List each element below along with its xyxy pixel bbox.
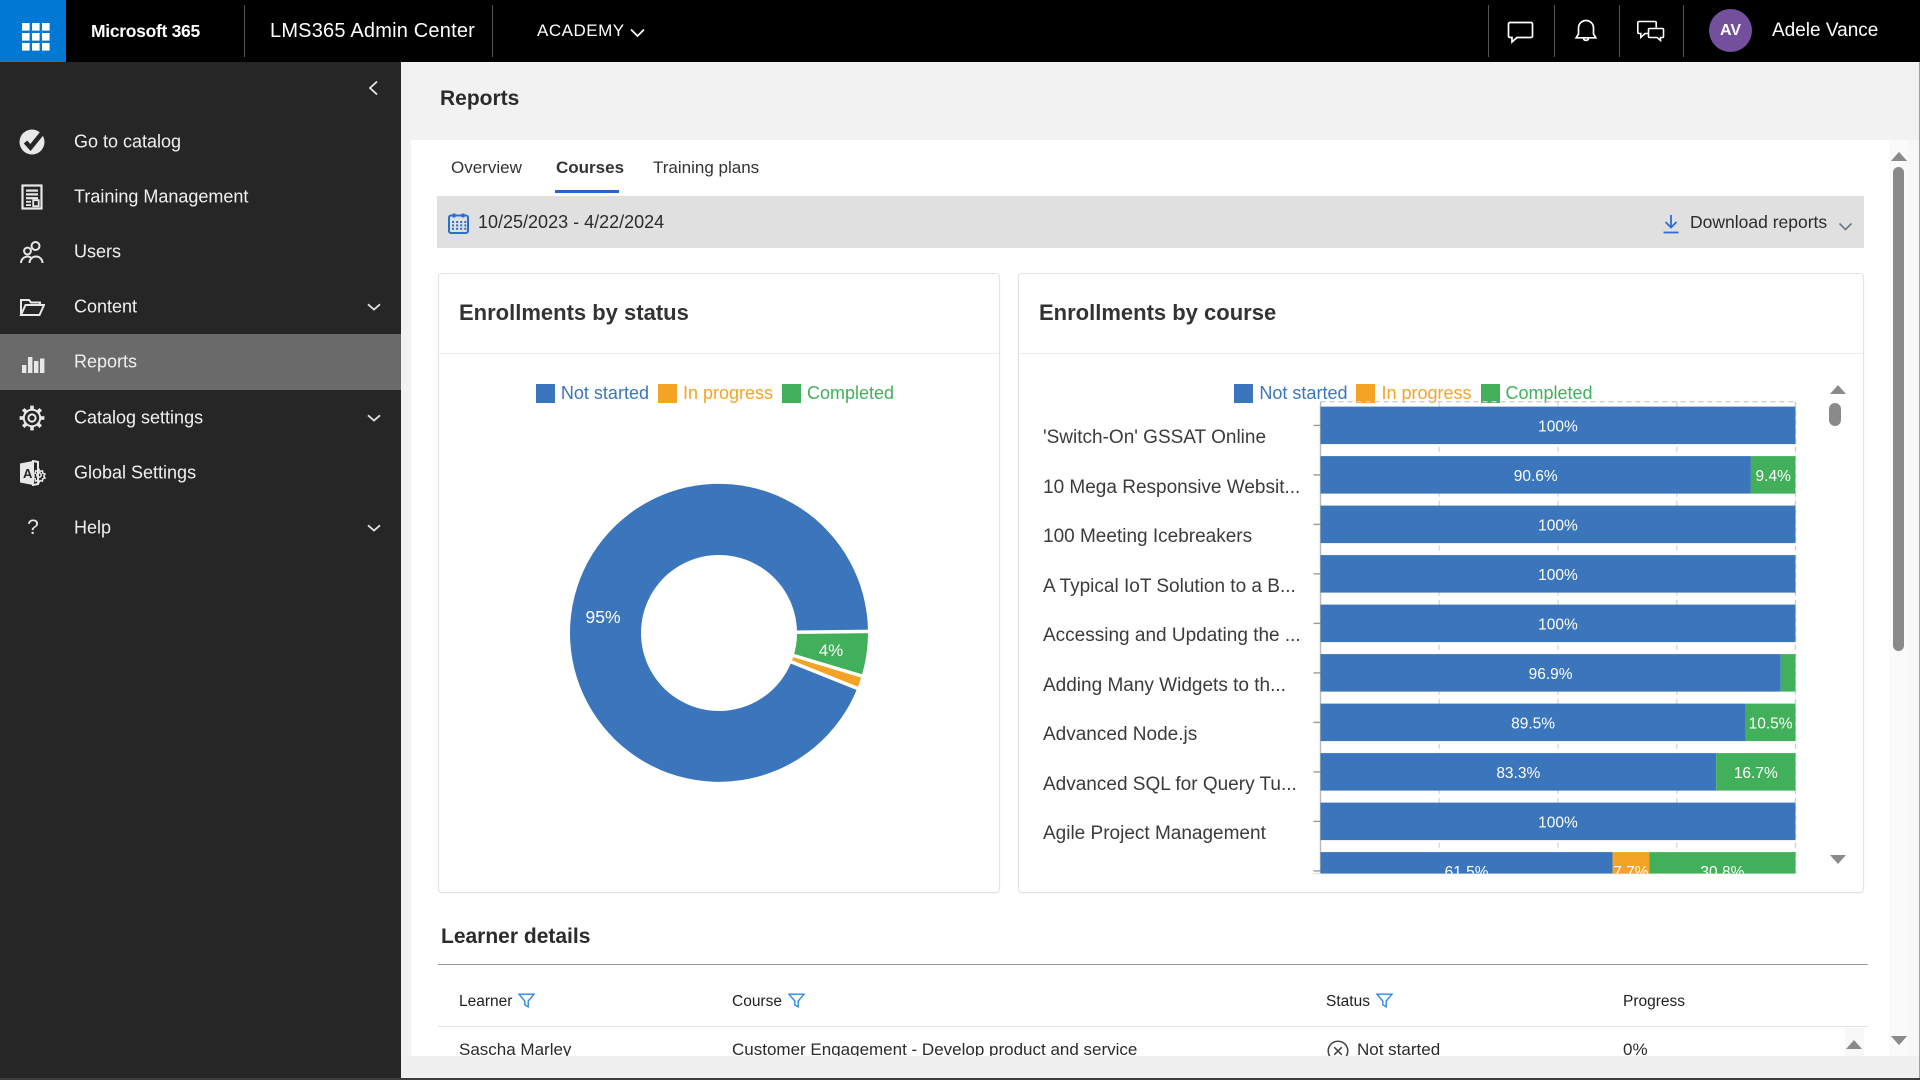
svg-text:A: A <box>23 466 33 481</box>
